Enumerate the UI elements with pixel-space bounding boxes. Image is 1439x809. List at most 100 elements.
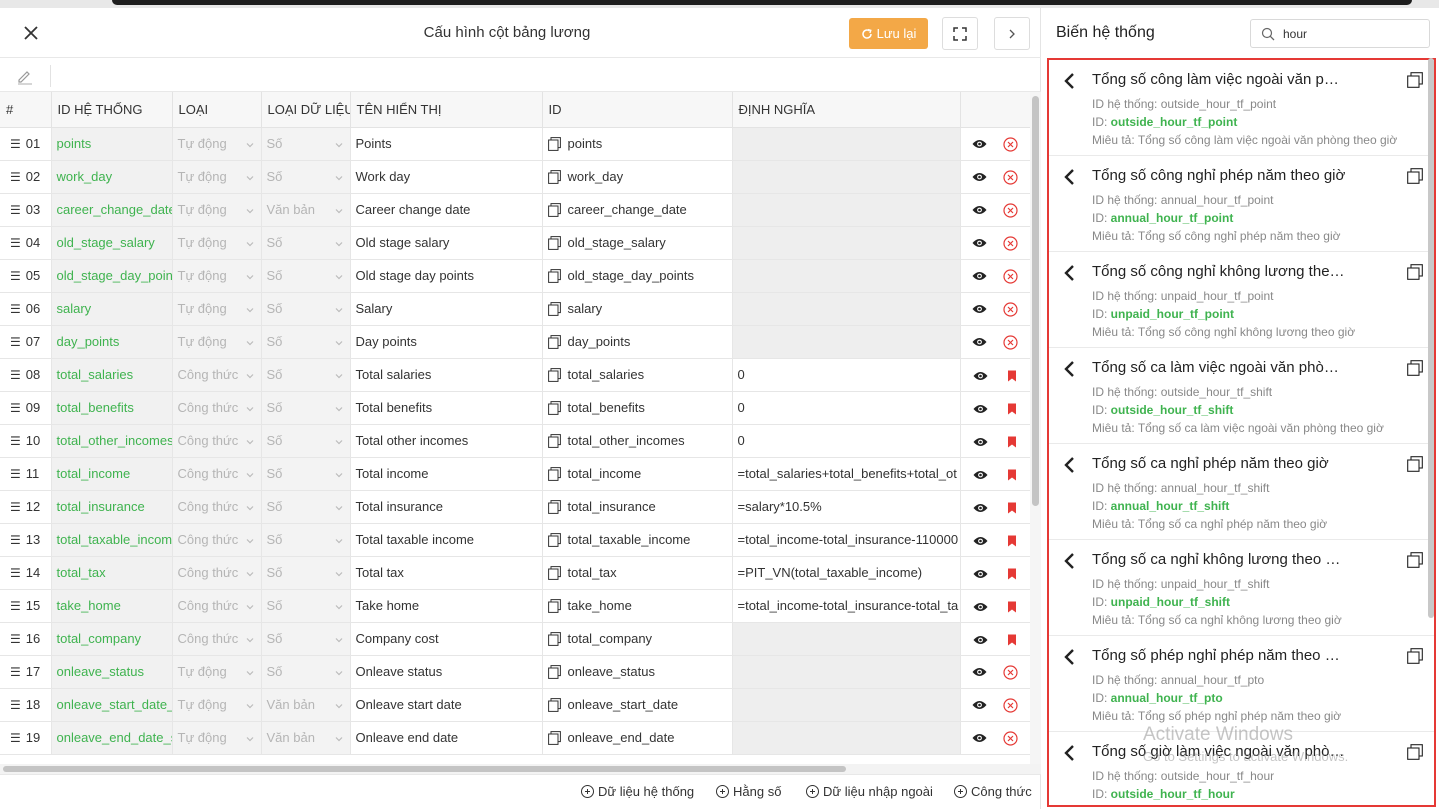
definition-input[interactable]: 0 [732, 358, 961, 392]
display-name-input[interactable]: Points [350, 127, 543, 161]
variable-list-scrollbar[interactable] [1428, 58, 1434, 618]
visibility-eye-icon[interactable] [972, 205, 987, 215]
bookmark-icon[interactable] [1007, 370, 1017, 382]
drag-handle-icon[interactable]: ☰ [10, 401, 21, 415]
display-name-input[interactable]: Old stage salary [350, 226, 543, 260]
visibility-eye-icon[interactable] [973, 437, 988, 447]
visibility-eye-icon[interactable] [972, 700, 987, 710]
display-name-input[interactable]: Onleave start date [350, 688, 543, 722]
row-number-cell[interactable]: ☰ 19 [0, 721, 52, 755]
drag-handle-icon[interactable]: ☰ [10, 467, 21, 481]
id-cell[interactable]: career_change_date [542, 193, 733, 227]
row-number-cell[interactable]: ☰ 09 [0, 391, 52, 425]
variable-card[interactable]: Tổng số ca nghỉ phép năm theo giờ ID hệ t… [1049, 444, 1434, 540]
display-name-input[interactable]: Day points [350, 325, 543, 359]
copy-icon[interactable] [547, 665, 561, 679]
id-cell[interactable]: total_insurance [542, 490, 733, 524]
display-name-input[interactable]: Total salaries [350, 358, 543, 392]
remove-circle-icon[interactable] [1003, 235, 1018, 251]
visibility-eye-icon[interactable] [973, 470, 988, 480]
row-number-cell[interactable]: ☰ 06 [0, 292, 52, 326]
display-name-input[interactable]: Take home [350, 589, 543, 623]
id-cell[interactable]: total_salaries [542, 358, 733, 392]
variable-card[interactable]: Tổng số công làm việc ngoài văn phòng th… [1049, 60, 1434, 156]
definition-input[interactable]: 0 [732, 424, 961, 458]
definition-input[interactable]: 0 [732, 391, 961, 425]
display-name-input[interactable]: Work day [350, 160, 543, 194]
table-row[interactable]: ☰ 12 total_insurance Công thức Số Total insur… [0, 490, 1030, 524]
variable-card[interactable]: Tổng số công nghỉ phép năm theo giờ ID hệ… [1049, 156, 1434, 252]
remove-circle-icon[interactable] [1003, 268, 1018, 284]
row-number-cell[interactable]: ☰ 13 [0, 523, 52, 557]
id-cell[interactable]: total_tax [542, 556, 733, 590]
visibility-eye-icon[interactable] [972, 667, 987, 677]
bookmark-icon[interactable] [1007, 601, 1017, 613]
copy-icon[interactable] [547, 533, 561, 547]
row-number-cell[interactable]: ☰ 11 [0, 457, 52, 491]
table-row[interactable]: ☰ 11 total_income Công thức Số Total income to… [0, 457, 1030, 491]
insert-arrow-icon[interactable] [1063, 360, 1077, 378]
table-row[interactable]: ☰ 02 work_day Tự động Số Work day work_day [0, 160, 1030, 194]
copy-icon[interactable] [1407, 264, 1423, 280]
bookmark-icon[interactable] [1007, 502, 1017, 514]
row-number-cell[interactable]: ☰ 02 [0, 160, 52, 194]
id-cell[interactable]: total_taxable_income [542, 523, 733, 557]
bookmark-icon[interactable] [1007, 634, 1017, 646]
table-row[interactable]: ☰ 08 total_salaries Công thức Số Total salari… [0, 358, 1030, 392]
drag-handle-icon[interactable]: ☰ [10, 269, 21, 283]
id-cell[interactable]: work_day [542, 160, 733, 194]
drag-handle-icon[interactable]: ☰ [10, 533, 21, 547]
id-cell[interactable]: total_other_incomes [542, 424, 733, 458]
variable-card[interactable]: Tổng số ca làm việc ngoài văn phòng theo… [1049, 348, 1434, 444]
definition-input[interactable] [732, 655, 961, 689]
display-name-input[interactable]: Total benefits [350, 391, 543, 425]
copy-icon[interactable] [1407, 648, 1423, 664]
table-row[interactable]: ☰ 17 onleave_status Tự động Số Onleave status… [0, 655, 1030, 689]
visibility-eye-icon[interactable] [973, 503, 988, 513]
formula-button[interactable]: Công thức [954, 784, 1032, 799]
drag-handle-icon[interactable]: ☰ [10, 566, 21, 580]
copy-icon[interactable] [547, 368, 561, 382]
bookmark-icon[interactable] [1007, 469, 1017, 481]
row-number-cell[interactable]: ☰ 01 [0, 127, 52, 161]
remove-circle-icon[interactable] [1003, 697, 1018, 713]
copy-icon[interactable] [1407, 72, 1423, 88]
id-cell[interactable]: take_home [542, 589, 733, 623]
row-number-cell[interactable]: ☰ 18 [0, 688, 52, 722]
copy-icon[interactable] [547, 500, 561, 514]
visibility-eye-icon[interactable] [972, 337, 987, 347]
remove-circle-icon[interactable] [1003, 334, 1018, 350]
id-cell[interactable]: points [542, 127, 733, 161]
next-button[interactable] [994, 17, 1030, 50]
table-row[interactable]: ☰ 04 old_stage_salary Tự động Số Old stage sa… [0, 226, 1030, 260]
definition-input[interactable]: =total_income-total_insurance-total_ta [732, 589, 961, 623]
bookmark-icon[interactable] [1007, 436, 1017, 448]
bookmark-icon[interactable] [1007, 403, 1017, 415]
constants-button[interactable]: Hằng số [716, 784, 781, 799]
table-horizontal-scrollbar[interactable] [0, 764, 1041, 774]
display-name-input[interactable]: Total insurance [350, 490, 543, 524]
table-row[interactable]: ☰ 13 total_taxable_income Công thức Số Total … [0, 523, 1030, 557]
copy-icon[interactable] [547, 698, 561, 712]
display-name-input[interactable]: Old stage day points [350, 259, 543, 293]
visibility-eye-icon[interactable] [972, 172, 987, 182]
copy-icon[interactable] [547, 566, 561, 580]
insert-arrow-icon[interactable] [1063, 72, 1077, 90]
definition-input[interactable]: =salary*10.5% [732, 490, 961, 524]
display-name-input[interactable]: Total taxable income [350, 523, 543, 557]
copy-icon[interactable] [547, 302, 561, 316]
remove-circle-icon[interactable] [1003, 664, 1018, 680]
remove-circle-icon[interactable] [1003, 301, 1018, 317]
remove-circle-icon[interactable] [1003, 730, 1018, 746]
save-button[interactable]: Lưu lại [849, 18, 928, 49]
id-cell[interactable]: day_points [542, 325, 733, 359]
drag-handle-icon[interactable]: ☰ [10, 632, 21, 646]
drag-handle-icon[interactable]: ☰ [10, 500, 21, 514]
table-row[interactable]: ☰ 14 total_tax Công thức Số Total tax total_ta… [0, 556, 1030, 590]
search-input[interactable] [1283, 25, 1423, 43]
system-data-button[interactable]: Dữ liệu hệ thống [581, 784, 694, 799]
insert-arrow-icon[interactable] [1063, 168, 1077, 186]
row-number-cell[interactable]: ☰ 10 [0, 424, 52, 458]
vertical-scroll-thumb[interactable] [1032, 96, 1039, 506]
insert-arrow-icon[interactable] [1063, 264, 1077, 282]
